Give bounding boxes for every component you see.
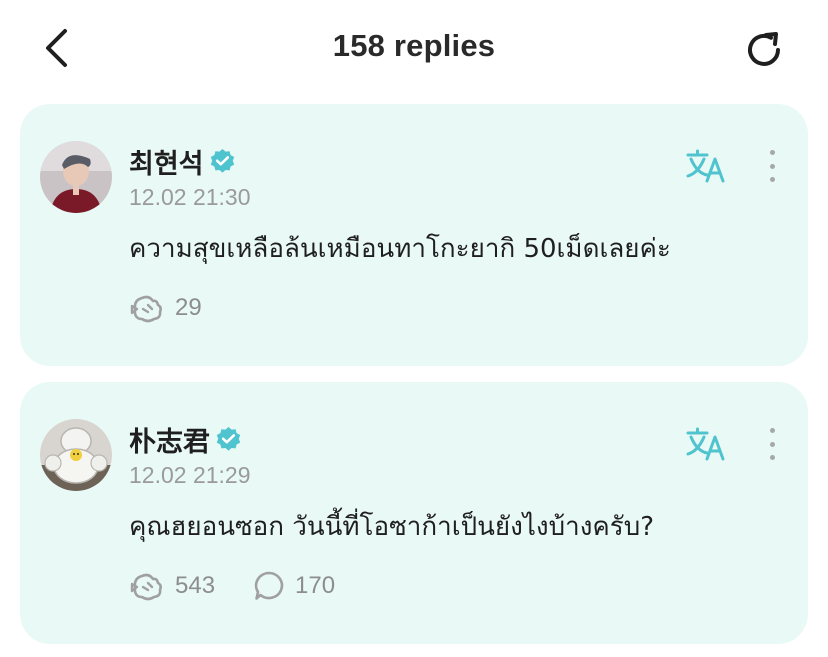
comment-bubble-icon [254,571,284,600]
verified-badge-icon [215,426,242,453]
avatar-image [40,419,112,491]
reaction-count: 29 [175,294,202,321]
comment-button[interactable]: 170 [253,570,335,602]
reaction-button[interactable]: 543 [129,570,215,602]
translate-button[interactable] [684,424,728,464]
author-name[interactable]: 朴志君 [129,420,210,459]
reply-card[interactable]: 최현석 12.02 21:30 ความสุขเหลือล้นเหมือนทาโ… [20,104,808,366]
avatar[interactable] [40,419,112,491]
more-vertical-icon [769,428,775,433]
verified-badge-icon [209,148,236,175]
comment-count: 170 [295,572,336,599]
avatar-image [40,141,112,213]
reply-timestamp: 12.02 21:29 [129,462,251,488]
reaction-count: 543 [175,572,216,599]
refresh-button[interactable] [742,27,788,73]
reaction-icon [130,295,162,323]
more-options-button[interactable] [760,424,784,464]
reaction-button[interactable]: 29 [129,292,202,324]
translate-button[interactable] [684,146,728,186]
reply-text: คุณฮยอนซอก วันนี้ที่โอซาก้าเป็นยังไงบ้าง… [129,512,655,542]
translate-icon [686,427,725,461]
author-row: 최현석 [129,142,236,181]
more-vertical-icon [769,150,775,155]
more-options-button[interactable] [760,146,784,186]
reply-text: ความสุขเหลือล้นเหมือนทาโกะยากิ 50เม็ดเลย… [129,234,671,264]
author-name[interactable]: 최현석 [129,142,204,181]
reply-actions: 543 170 [129,570,373,602]
reply-timestamp: 12.02 21:30 [129,184,251,210]
reaction-icon [130,573,162,601]
avatar[interactable] [40,141,112,213]
page-title: 158 replies [332,28,496,63]
refresh-icon [748,32,780,66]
translate-icon [686,149,725,183]
author-row: 朴志君 [129,420,242,459]
reply-actions: 29 [129,292,240,324]
reply-card[interactable]: 朴志君 12.02 21:29 คุณฮยอนซอก วันนี้ที่โอซา… [20,382,808,644]
header-bar: 158 replies [0,0,828,100]
